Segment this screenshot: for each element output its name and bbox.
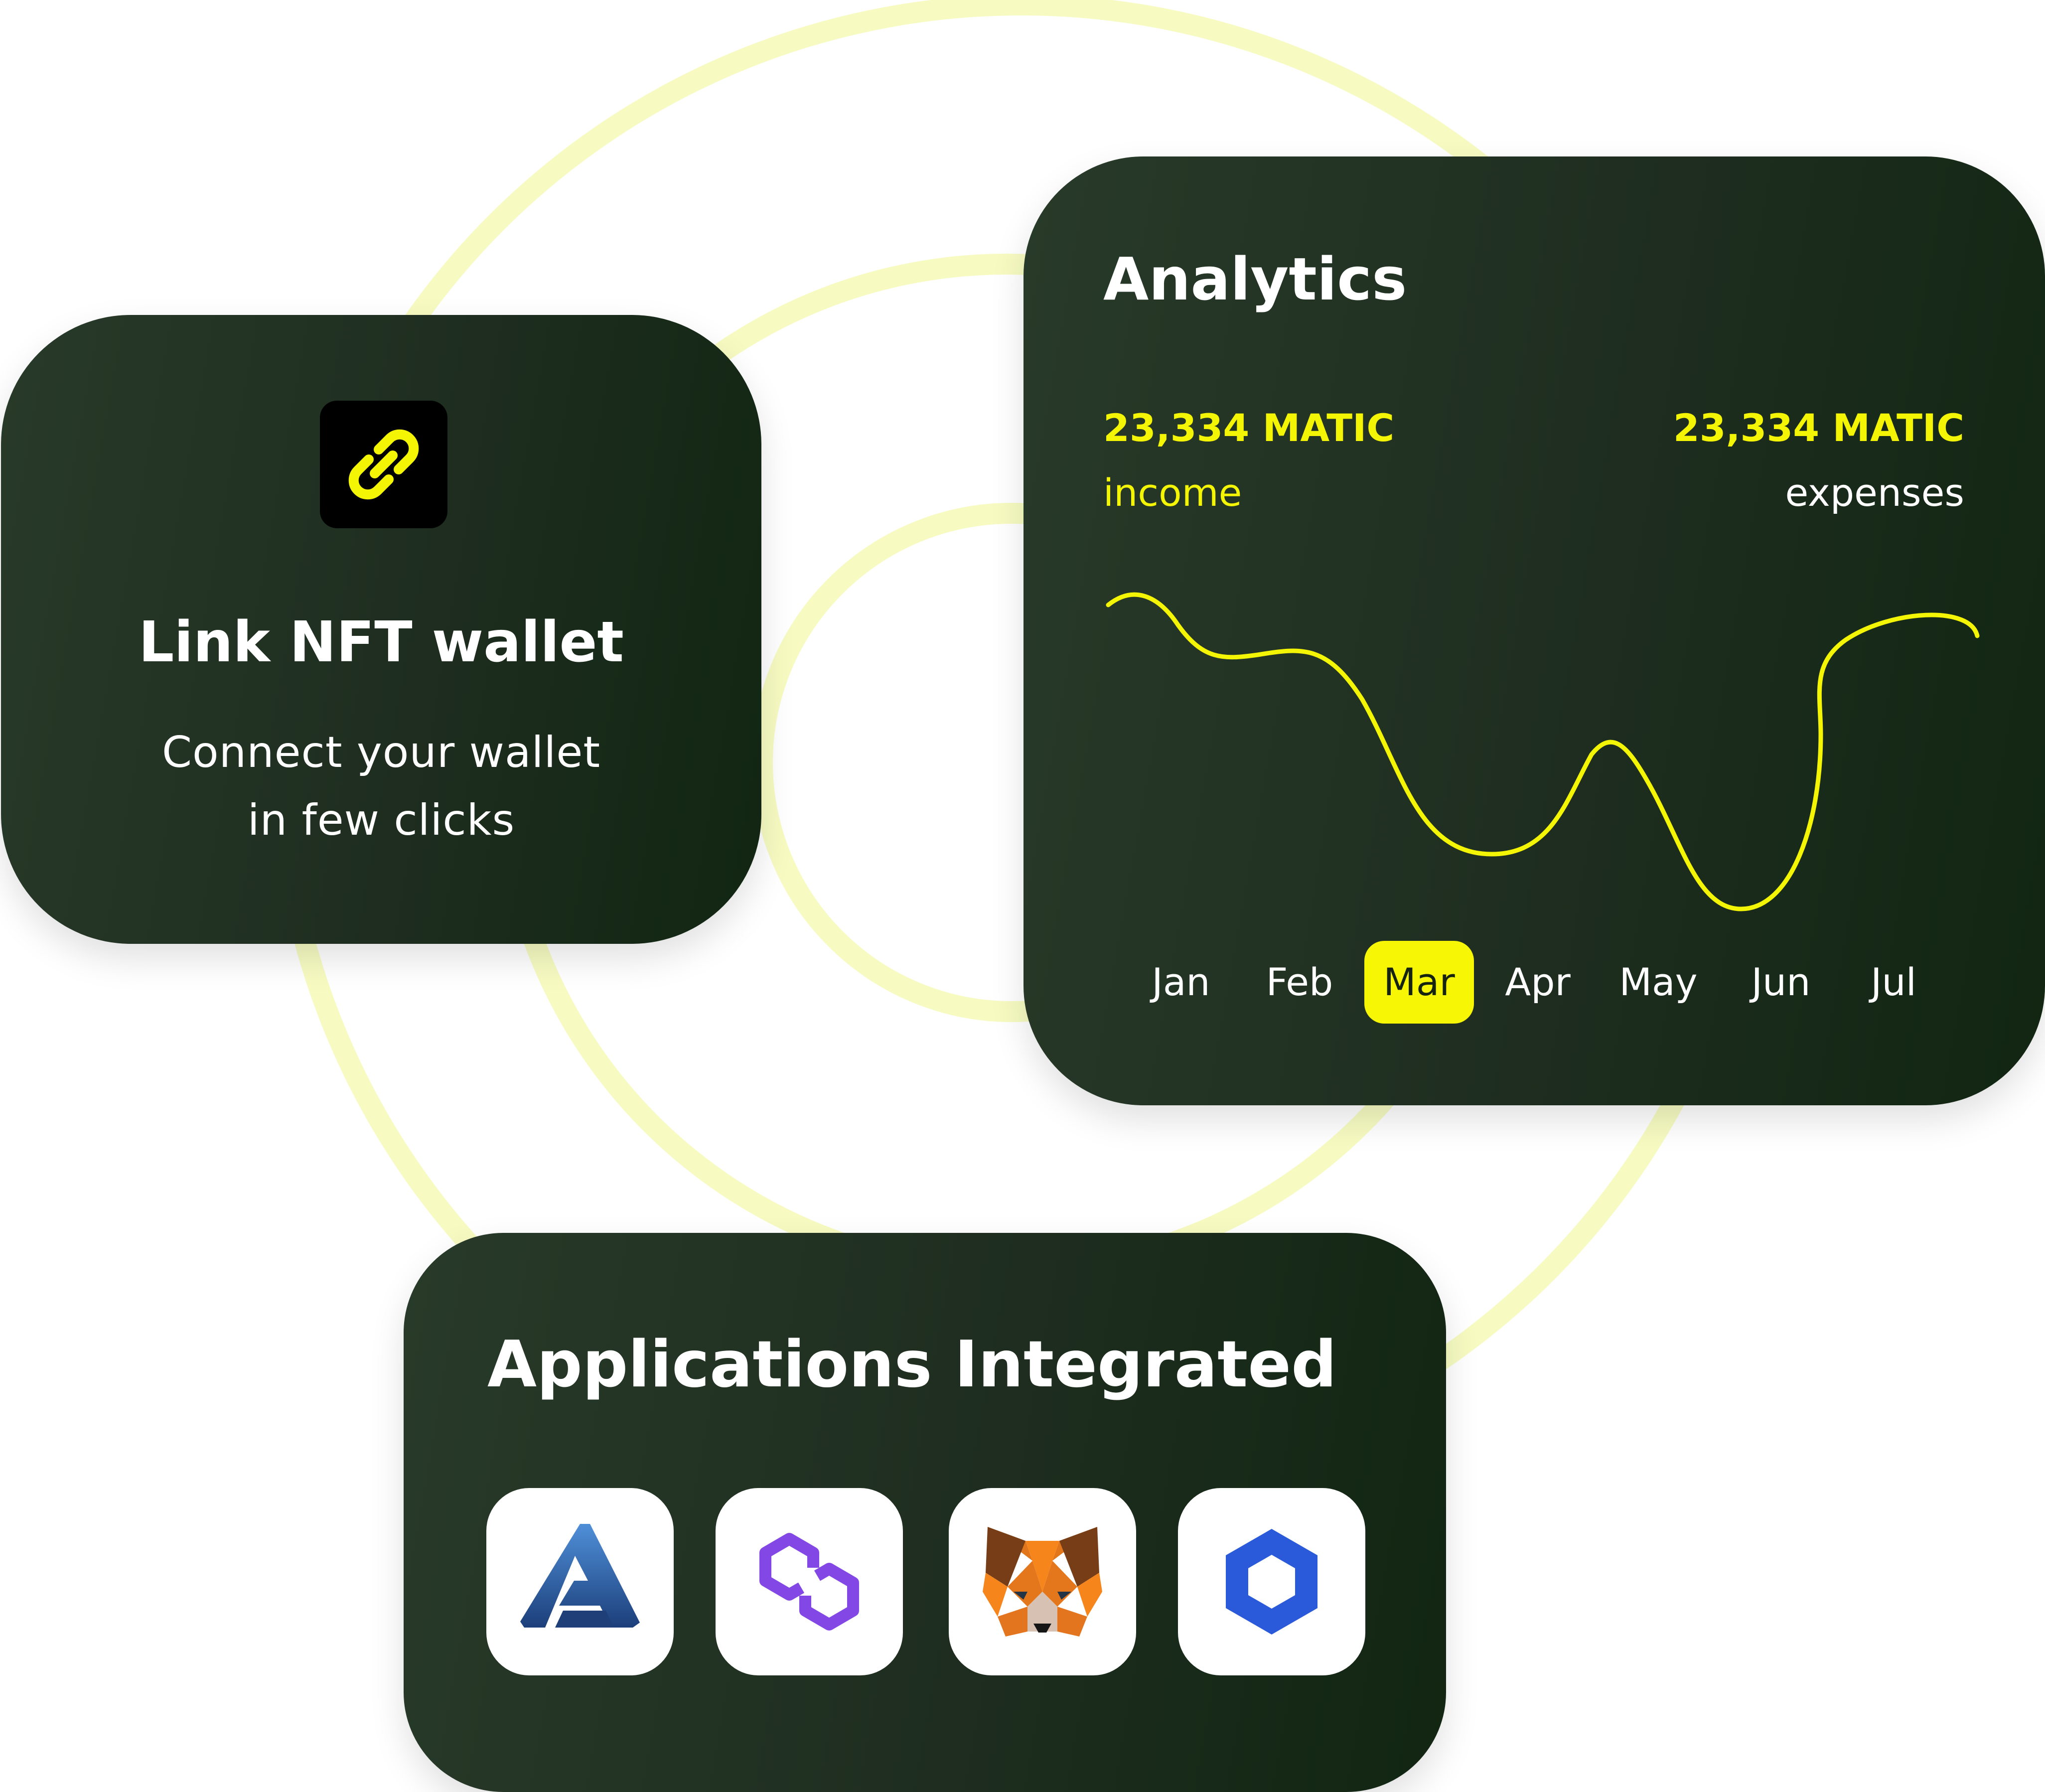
month-tab-jan[interactable]: Jan xyxy=(1126,941,1236,1024)
link-icon-box xyxy=(320,401,447,528)
wallet-description-line: Connect your wallet xyxy=(161,728,601,777)
month-tab-jul[interactable]: Jul xyxy=(1839,941,1948,1024)
metamask-fox-icon xyxy=(983,1527,1102,1637)
month-tab-jun[interactable]: Jun xyxy=(1726,941,1836,1024)
chainlink-icon xyxy=(1226,1529,1317,1635)
month-tab-may[interactable]: May xyxy=(1604,941,1713,1024)
app-tile-aave[interactable] xyxy=(486,1488,674,1675)
analytics-card: Analytics 23,334 MATIC income 23,334 MAT… xyxy=(1023,156,2045,1105)
month-tab-apr[interactable]: Apr xyxy=(1483,941,1593,1024)
wallet-description-line: in few clicks xyxy=(247,795,515,845)
applications-title: Applications Integrated xyxy=(487,1328,1337,1402)
polygon-icon xyxy=(759,1533,859,1631)
link-icon xyxy=(348,429,419,500)
month-tab-feb[interactable]: Feb xyxy=(1245,941,1354,1024)
app-tile-chainlink[interactable] xyxy=(1178,1488,1365,1675)
aave-triangle-icon xyxy=(520,1524,640,1628)
app-tile-metamask[interactable] xyxy=(949,1488,1136,1675)
app-tile-polygon[interactable] xyxy=(716,1488,903,1675)
applications-card: Applications Integrated xyxy=(404,1233,1446,1792)
month-tab-mar[interactable]: Mar xyxy=(1364,941,1474,1024)
wallet-card-title: Link NFT wallet xyxy=(139,610,624,675)
analytics-trend-line xyxy=(1106,592,1980,911)
wallet-card-description: Connect your wallet in few clicks xyxy=(81,719,682,854)
link-wallet-card[interactable]: Link NFT wallet Connect your wallet in f… xyxy=(1,315,761,944)
